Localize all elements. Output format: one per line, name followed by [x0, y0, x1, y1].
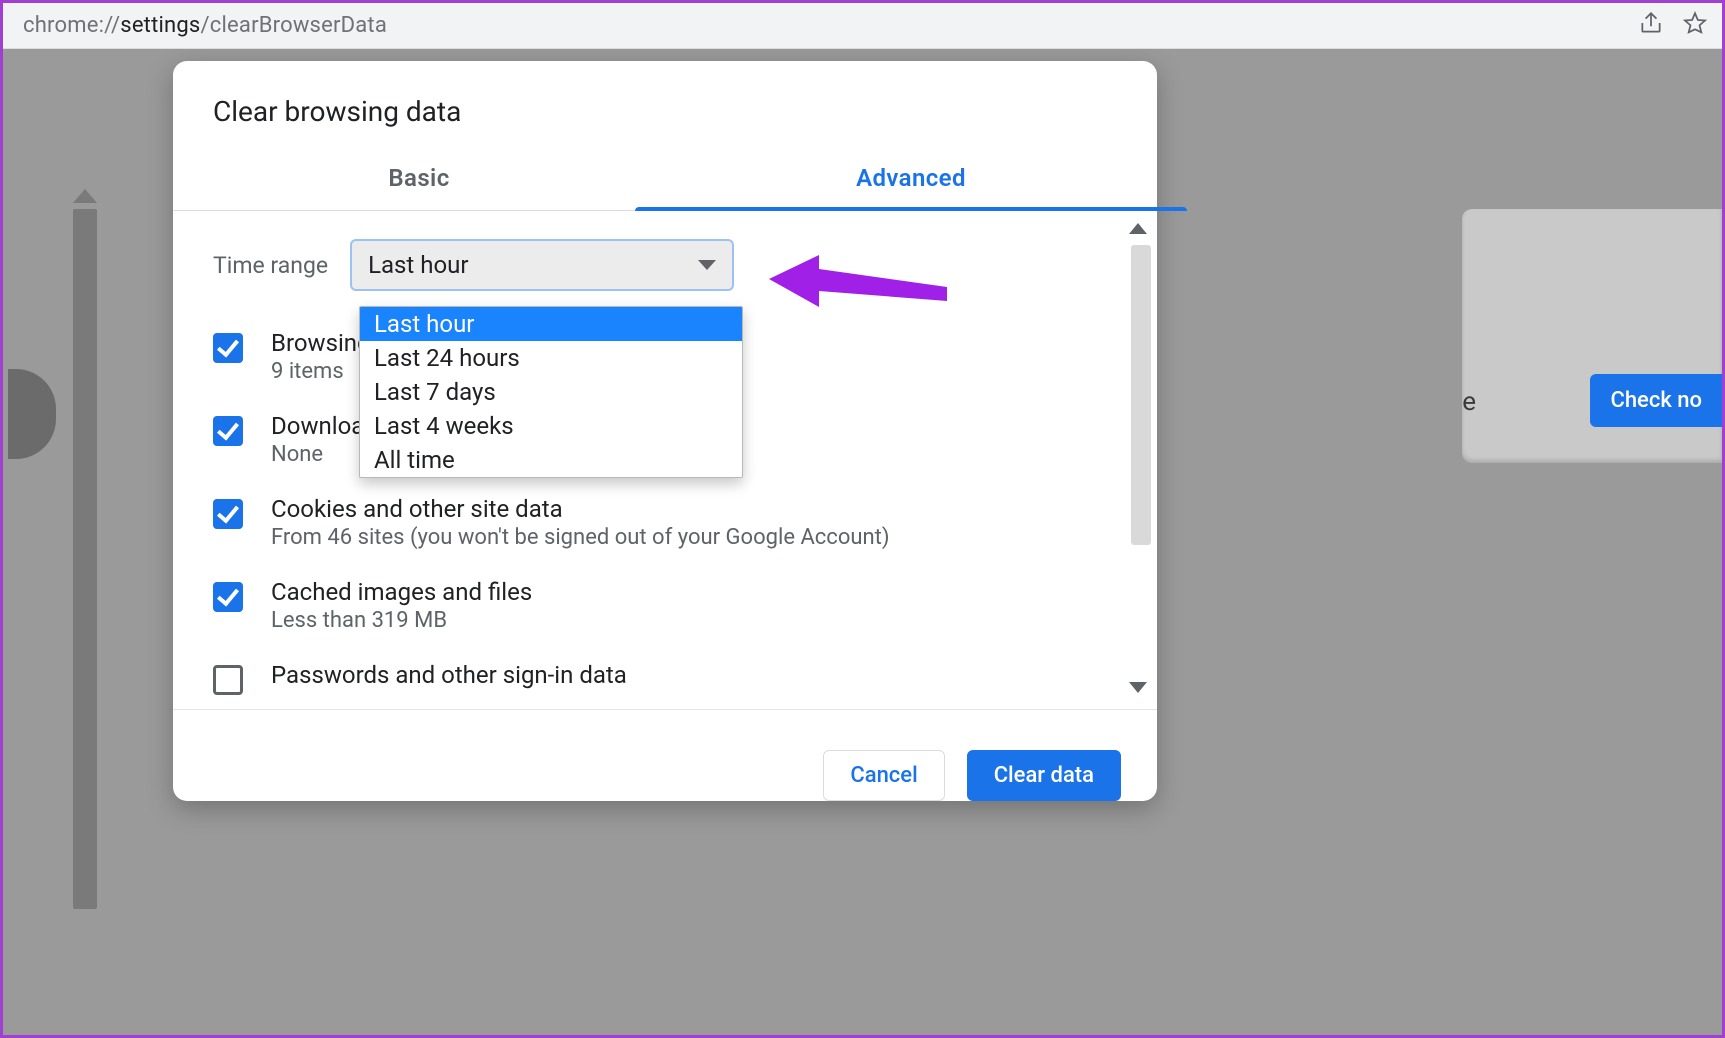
background-text-fragment: e — [1462, 387, 1476, 417]
item-title: Passwords and other sign-in data — [271, 661, 627, 689]
inner-scrollbar-thumb[interactable] — [1131, 245, 1151, 545]
dropdown-option[interactable]: Last 24 hours — [360, 341, 742, 375]
dropdown-option[interactable]: Last hour — [360, 307, 742, 341]
url-path: /clearBrowserData — [201, 13, 388, 38]
dialog-title: Clear browsing data — [173, 61, 1157, 150]
checkbox-download-history[interactable] — [213, 416, 243, 446]
bookmark-star-icon[interactable] — [1682, 10, 1708, 42]
item-subtitle: From 46 sites (you won't be signed out o… — [271, 525, 890, 550]
page-scroll-up-icon — [73, 189, 97, 203]
time-range-select[interactable]: Last hour — [350, 239, 734, 291]
item-title: Cookies and other site data — [271, 495, 890, 523]
url-scheme: chrome:// — [23, 13, 120, 38]
check-now-button[interactable]: Check no — [1590, 374, 1722, 427]
url-host: settings — [120, 13, 200, 38]
tab-advanced[interactable]: Advanced — [665, 150, 1157, 210]
time-range-value: Last hour — [368, 251, 468, 279]
dialog-footer: Cancel Clear data — [173, 709, 1157, 801]
chevron-down-icon — [698, 260, 716, 270]
share-icon[interactable] — [1638, 10, 1664, 42]
list-item: Cookies and other site data From 46 site… — [213, 495, 1117, 550]
page-scrollbar[interactable] — [73, 209, 97, 909]
clear-data-button[interactable]: Clear data — [967, 750, 1121, 801]
background-avatar-fragment — [8, 369, 56, 459]
checkbox-passwords[interactable] — [213, 665, 243, 695]
dialog-tabs: Basic Advanced — [173, 150, 1157, 211]
dropdown-option[interactable]: Last 4 weeks — [360, 409, 742, 443]
tab-basic[interactable]: Basic — [173, 150, 665, 210]
list-item: Passwords and other sign-in data — [213, 661, 1117, 695]
list-item: Cached images and files Less than 319 MB — [213, 578, 1117, 633]
cancel-button[interactable]: Cancel — [823, 750, 944, 801]
checkbox-cookies[interactable] — [213, 499, 243, 529]
item-subtitle: Less than 319 MB — [271, 608, 532, 633]
address-bar[interactable]: chrome://settings/clearBrowserData — [3, 3, 1722, 49]
checkbox-cached-images[interactable] — [213, 582, 243, 612]
checkbox-browsing-history[interactable] — [213, 333, 243, 363]
time-range-dropdown[interactable]: Last hour Last 24 hours Last 7 days Last… — [359, 306, 743, 478]
item-title: Cached images and files — [271, 578, 532, 606]
dropdown-option[interactable]: All time — [360, 443, 742, 477]
time-range-label: Time range — [213, 252, 328, 279]
dropdown-option[interactable]: Last 7 days — [360, 375, 742, 409]
inner-scroll-down-icon[interactable] — [1129, 682, 1147, 693]
inner-scroll-up-icon[interactable] — [1129, 223, 1147, 234]
